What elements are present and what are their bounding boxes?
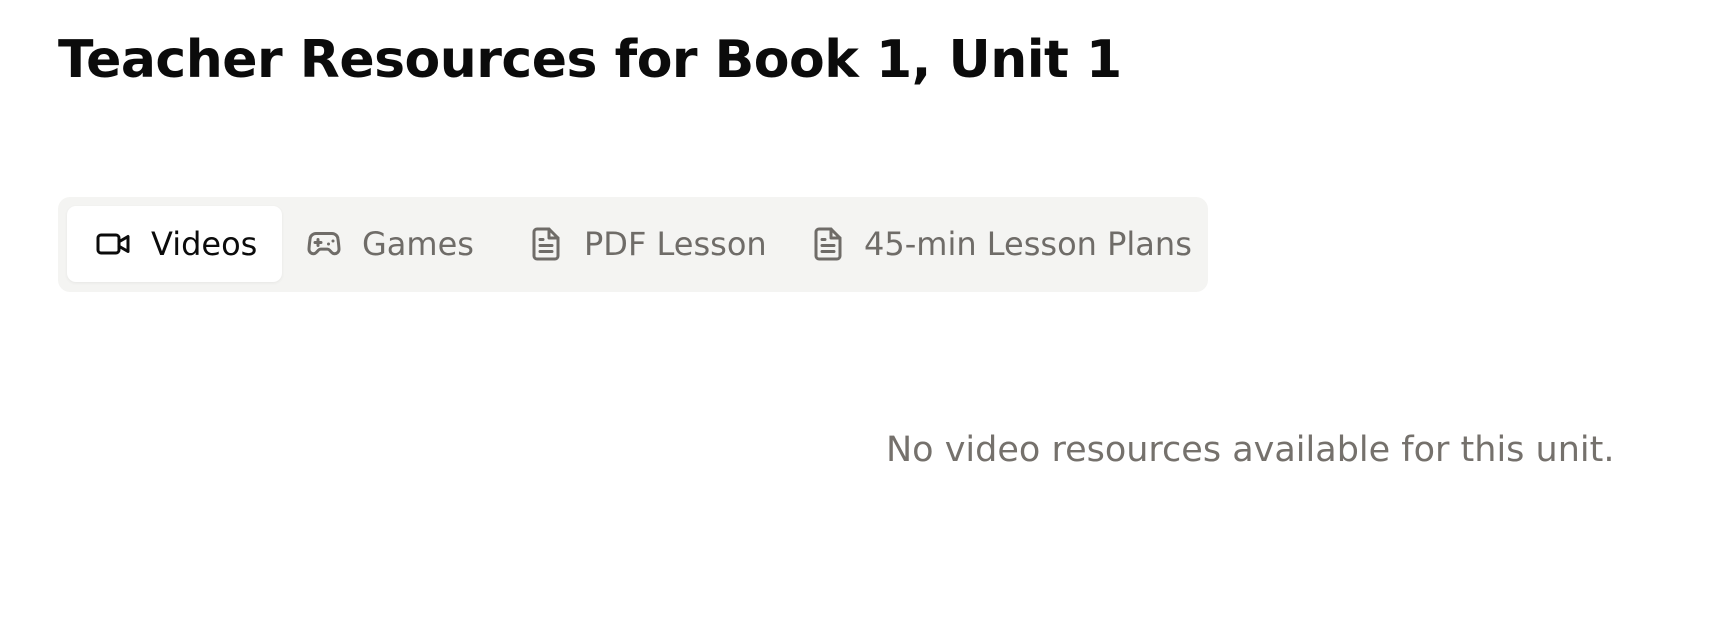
tab-videos[interactable]: Videos: [67, 206, 282, 282]
video-camera-icon: [93, 224, 133, 264]
document-icon: [526, 224, 566, 264]
tab-games-label: Games: [362, 225, 474, 263]
tab-lesson-plans[interactable]: 45-min Lesson Plans: [810, 206, 1192, 282]
tab-videos-label: Videos: [151, 225, 258, 263]
tab-games[interactable]: Games: [304, 206, 504, 282]
gamepad-icon: [304, 224, 344, 264]
document-icon: [810, 224, 846, 264]
tab-pdf-lesson-label: PDF Lesson: [584, 225, 767, 263]
tab-pdf-lesson[interactable]: PDF Lesson: [526, 206, 788, 282]
resource-tab-bar: Videos Games PDF Lesson 45-min Lesson Pl…: [58, 197, 1208, 292]
page-title: Teacher Resources for Book 1, Unit 1: [58, 30, 1122, 90]
tab-lesson-plans-label: 45-min Lesson Plans: [864, 225, 1192, 263]
teacher-resources-page: Teacher Resources for Book 1, Unit 1 Vid…: [0, 0, 1714, 619]
empty-state-message: No video resources available for this un…: [886, 430, 1615, 470]
